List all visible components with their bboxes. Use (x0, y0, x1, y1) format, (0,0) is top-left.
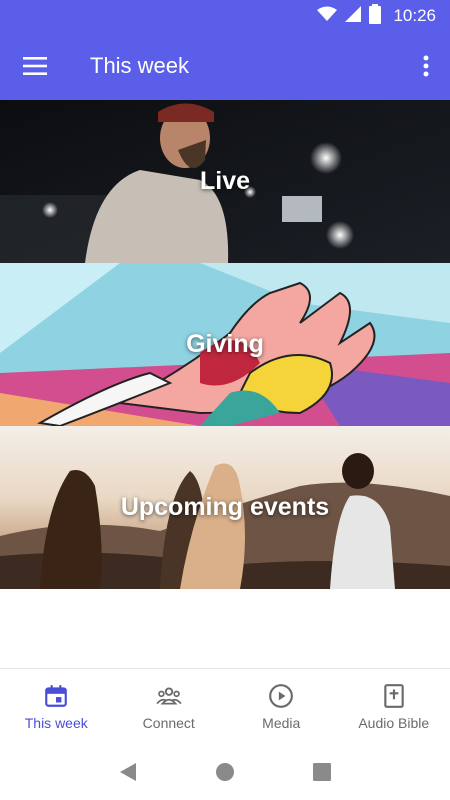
hamburger-menu-icon[interactable] (0, 32, 70, 100)
nav-label-audio-bible: Audio Bible (358, 714, 430, 731)
content-cards: Live Giving Upcoming events (0, 100, 450, 589)
more-vert-icon[interactable] (402, 32, 450, 100)
nav-item-this-week[interactable]: This week (0, 669, 113, 744)
recents-icon[interactable] (302, 752, 342, 792)
nav-item-audio-bible[interactable]: Audio Bible (338, 669, 450, 744)
bible-icon (384, 683, 404, 708)
nav-label-connect: Connect (142, 714, 195, 731)
group-icon (156, 686, 182, 704)
app-bar: This week (0, 32, 450, 100)
status-bar: 10:26 (0, 0, 450, 32)
card-title-live: Live (199, 167, 251, 195)
nav-item-connect[interactable]: Connect (113, 669, 226, 744)
page-title: This week (90, 53, 190, 78)
nav-label-this-week: This week (24, 714, 88, 731)
card-live[interactable]: Live (0, 100, 450, 263)
bottom-navigation: This week Connect Media Audio Bible (0, 668, 450, 744)
wifi-icon (317, 6, 338, 27)
card-giving[interactable]: Giving (0, 263, 450, 426)
nav-item-media[interactable]: Media (225, 669, 338, 744)
nav-label-media: Media (262, 714, 301, 731)
system-navigation-bar (0, 744, 450, 800)
play-circle-icon (269, 683, 294, 708)
card-upcoming-events[interactable]: Upcoming events (0, 426, 450, 589)
card-title-upcoming-events: Upcoming events (120, 493, 330, 521)
card-title-giving: Giving (186, 330, 264, 358)
home-icon[interactable] (205, 752, 245, 792)
calendar-icon (45, 684, 68, 707)
status-time: 10:26 (393, 6, 436, 25)
signal-icon (345, 5, 362, 27)
back-icon[interactable] (108, 752, 148, 792)
battery-icon (369, 3, 382, 29)
